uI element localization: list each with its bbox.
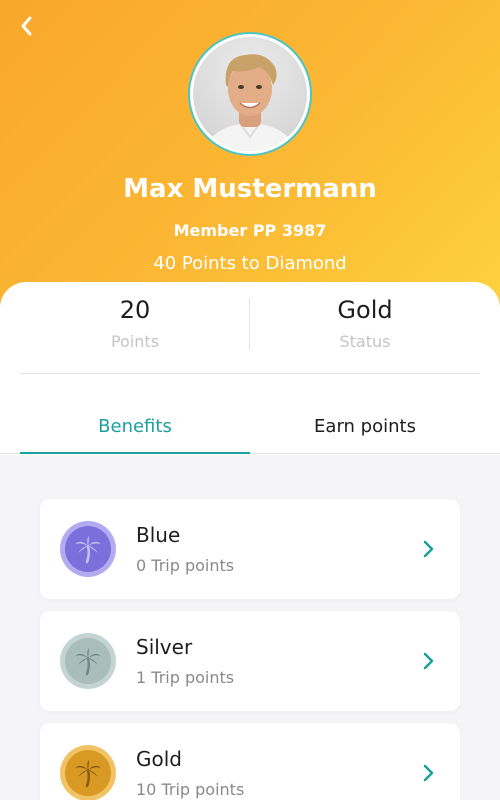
chevron-left-icon bbox=[21, 16, 32, 36]
tab-benefits[interactable]: Benefits bbox=[20, 404, 250, 454]
avatar-photo bbox=[193, 37, 307, 151]
chevron-right-icon bbox=[423, 764, 434, 782]
tier-name: Blue bbox=[136, 523, 181, 547]
palm-tree-icon bbox=[75, 648, 101, 676]
tier-badge-gold bbox=[60, 745, 116, 800]
tier-name: Gold bbox=[136, 747, 182, 771]
back-button[interactable] bbox=[14, 14, 38, 38]
points-stat: 20 Points bbox=[20, 282, 250, 351]
tier-badge-silver bbox=[60, 633, 116, 689]
points-to-next-tier: 40 Points to Diamond bbox=[153, 253, 347, 274]
status-stat: Gold Status bbox=[250, 282, 480, 351]
points-label: Points bbox=[110, 332, 160, 351]
content-sheet: 20 Points Gold Status Benefits Earn poin… bbox=[0, 282, 500, 800]
chevron-right-icon bbox=[423, 540, 434, 558]
member-id: Member PP 3987 bbox=[173, 221, 327, 240]
tab-bar: Benefits Earn points bbox=[0, 404, 500, 454]
tier-badge-blue bbox=[60, 521, 116, 577]
palm-tree-icon bbox=[75, 536, 101, 564]
tier-trip-points: 0 Trip points bbox=[136, 556, 235, 575]
profile-header: Max Mustermann Member PP 3987 40 Points … bbox=[0, 0, 500, 330]
user-name: Max Mustermann bbox=[123, 174, 377, 204]
tier-trip-points: 10 Trip points bbox=[136, 780, 245, 799]
points-value: 20 bbox=[119, 296, 151, 324]
status-label: Status bbox=[339, 332, 391, 351]
avatar bbox=[190, 34, 310, 154]
tier-name: Silver bbox=[136, 635, 193, 659]
status-value: Gold bbox=[337, 296, 393, 324]
tab-earn-points[interactable]: Earn points bbox=[250, 404, 480, 454]
chevron-right-icon bbox=[423, 652, 434, 670]
tier-list: Blue 0 Trip points Silver 1 Trip points … bbox=[0, 455, 500, 800]
tier-trip-points: 1 Trip points bbox=[136, 668, 235, 687]
tier-card-silver[interactable]: Silver 1 Trip points bbox=[40, 611, 460, 711]
tier-card-gold[interactable]: Gold 10 Trip points bbox=[40, 723, 460, 800]
tier-card-blue[interactable]: Blue 0 Trip points bbox=[40, 499, 460, 599]
palm-tree-icon bbox=[75, 760, 101, 788]
stats-row: 20 Points Gold Status bbox=[20, 282, 480, 374]
